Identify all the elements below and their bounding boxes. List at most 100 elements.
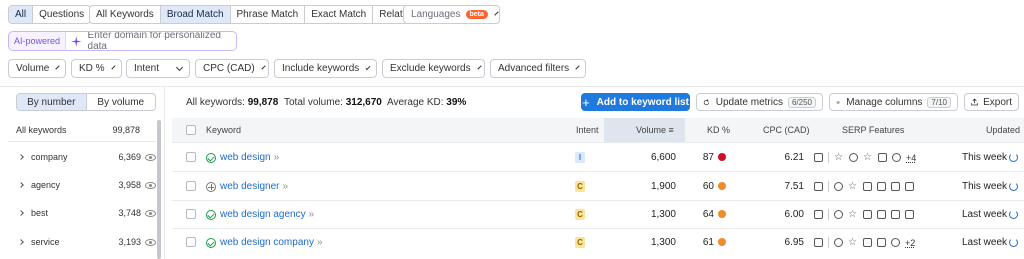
header-volume[interactable]: Volume ≡ — [636, 125, 674, 135]
filter-intent[interactable]: Intent — [126, 59, 190, 78]
tab-all-keywords[interactable]: All Keywords — [90, 6, 161, 23]
tab-all[interactable]: All — [9, 6, 34, 23]
filter-exclude-label: Exclude keywords — [390, 63, 471, 74]
tab-exact-match[interactable]: Exact Match — [305, 6, 374, 23]
tab-phrase-match[interactable]: Phrase Match — [231, 6, 306, 23]
filter-kd-label: KD % — [79, 63, 105, 74]
group-count: 3,748 — [118, 208, 141, 218]
chevron-right-icon — [18, 154, 24, 160]
link-icon — [834, 182, 843, 191]
sidebar-scrollbar[interactable] — [157, 120, 161, 259]
languages-dropdown[interactable]: Languages beta — [403, 5, 500, 24]
filter-cpc[interactable]: CPC (CAD) — [195, 59, 269, 78]
filter-volume[interactable]: Volume — [8, 59, 66, 78]
row-divider — [172, 171, 1024, 172]
document-icon — [877, 210, 886, 219]
chevron-down-icon — [261, 64, 266, 70]
export-button[interactable]: Export — [964, 93, 1019, 111]
keyword-text: web design — [220, 152, 271, 163]
sidebar-header-row[interactable]: All keywords 99,878 — [16, 125, 156, 135]
eye-icon[interactable] — [145, 153, 156, 161]
refresh-icon[interactable] — [1009, 182, 1018, 191]
keyword-text: web design agency — [220, 209, 306, 220]
star-icon: ☆ — [848, 181, 857, 192]
kd-value: 64 — [702, 209, 714, 220]
image-icon — [878, 153, 887, 162]
filter-kd[interactable]: KD % — [71, 59, 122, 78]
double-chevron-icon[interactable]: » — [317, 237, 323, 248]
cpc-value: 6.21 — [784, 152, 804, 163]
link-icon — [849, 153, 858, 162]
select-all-checkbox[interactable] — [186, 125, 196, 135]
languages-label: Languages — [411, 9, 461, 20]
more-features[interactable]: +2 — [905, 238, 915, 248]
page-search-icon — [814, 153, 823, 162]
filter-advanced[interactable]: Advanced filters — [490, 59, 586, 78]
eye-icon[interactable] — [145, 238, 156, 246]
header-cpc[interactable]: CPC (CAD) — [763, 125, 810, 135]
eye-icon[interactable] — [145, 181, 156, 189]
row-checkbox[interactable] — [186, 181, 196, 191]
sidebar-all-keywords-count: 99,878 — [112, 125, 140, 135]
sidebar-group-item[interactable]: best 3,748 — [16, 208, 156, 218]
filter-exclude-keywords[interactable]: Exclude keywords — [382, 59, 485, 78]
keyword-link[interactable]: web design company » — [206, 237, 323, 248]
header-kd[interactable]: KD % — [707, 125, 730, 135]
update-metrics-button[interactable]: Update metrics 6/250 — [696, 93, 823, 111]
header-intent[interactable]: Intent — [576, 125, 599, 135]
group-count: 3,193 — [118, 237, 141, 247]
double-chevron-icon[interactable]: » — [309, 209, 315, 220]
tab-broad-match[interactable]: Broad Match — [160, 6, 231, 23]
refresh-icon[interactable] — [1009, 153, 1018, 162]
refresh-icon[interactable] — [1009, 238, 1018, 247]
sidebar-group-item[interactable]: service 3,193 — [16, 237, 156, 247]
chevron-down-icon — [476, 64, 482, 70]
more-features[interactable]: +4 — [906, 153, 916, 163]
row-checkbox[interactable] — [186, 237, 196, 247]
tab-questions[interactable]: Questions — [33, 6, 90, 23]
sidebar-group-item[interactable]: agency 3,958 — [16, 180, 156, 190]
location-icon — [891, 238, 900, 247]
chat-icon — [863, 182, 872, 191]
row-checkbox[interactable] — [186, 209, 196, 219]
add-to-list-label: Add to keyword list — [596, 96, 689, 108]
domain-input-placeholder: Enter domain for personalized data — [87, 31, 221, 51]
cpc-value: 7.51 — [784, 181, 804, 192]
group-count: 3,958 — [118, 180, 141, 190]
volume-value: 6,600 — [650, 152, 676, 163]
manage-columns-button[interactable]: Manage columns 7/10 — [829, 93, 958, 111]
filter-include-keywords[interactable]: Include keywords — [274, 59, 377, 78]
domain-input[interactable]: Enter domain for personalized data — [65, 32, 236, 50]
eye-icon[interactable] — [145, 209, 156, 217]
columns-count-badge: 7/10 — [927, 96, 951, 108]
intent-badge: C — [575, 181, 585, 192]
filter-intent-label: Intent — [134, 63, 160, 74]
refresh-icon — [703, 98, 709, 105]
sidebar-header-divider — [8, 141, 156, 142]
sort-by-volume[interactable]: By volume — [87, 94, 156, 110]
refresh-icon[interactable] — [1009, 210, 1018, 219]
updated-value: Last week — [962, 209, 1008, 220]
update-metrics-label: Update metrics — [715, 96, 783, 108]
ai-powered-label: AI-powered — [14, 36, 61, 46]
double-chevron-icon[interactable]: » — [274, 152, 280, 163]
manage-columns-label: Manage columns — [846, 96, 923, 108]
sidebar-sort-toggle: By number By volume — [16, 93, 156, 111]
keyword-link[interactable]: web design agency » — [206, 209, 314, 220]
add-to-keyword-list-button[interactable]: + Add to keyword list — [581, 93, 690, 111]
image-icon — [863, 238, 872, 247]
sidebar-divider — [164, 86, 165, 259]
intent-badge: I — [575, 152, 585, 163]
double-chevron-icon[interactable]: » — [282, 181, 288, 192]
row-checkbox[interactable] — [186, 152, 196, 162]
header-updated[interactable]: Updated — [986, 125, 1020, 135]
keyword-link[interactable]: web designer » — [206, 181, 288, 192]
group-label: service — [31, 237, 60, 247]
shopping-icon — [905, 182, 914, 191]
sidebar-group-item[interactable]: company 6,369 — [16, 152, 156, 162]
header-keyword[interactable]: Keyword — [206, 125, 241, 135]
header-serp-features[interactable]: SERP Features — [842, 125, 904, 135]
sort-by-number[interactable]: By number — [17, 94, 87, 110]
keyword-link[interactable]: web design » — [206, 152, 279, 163]
summary-total-volume: Total volume: 312,670 — [284, 97, 382, 108]
